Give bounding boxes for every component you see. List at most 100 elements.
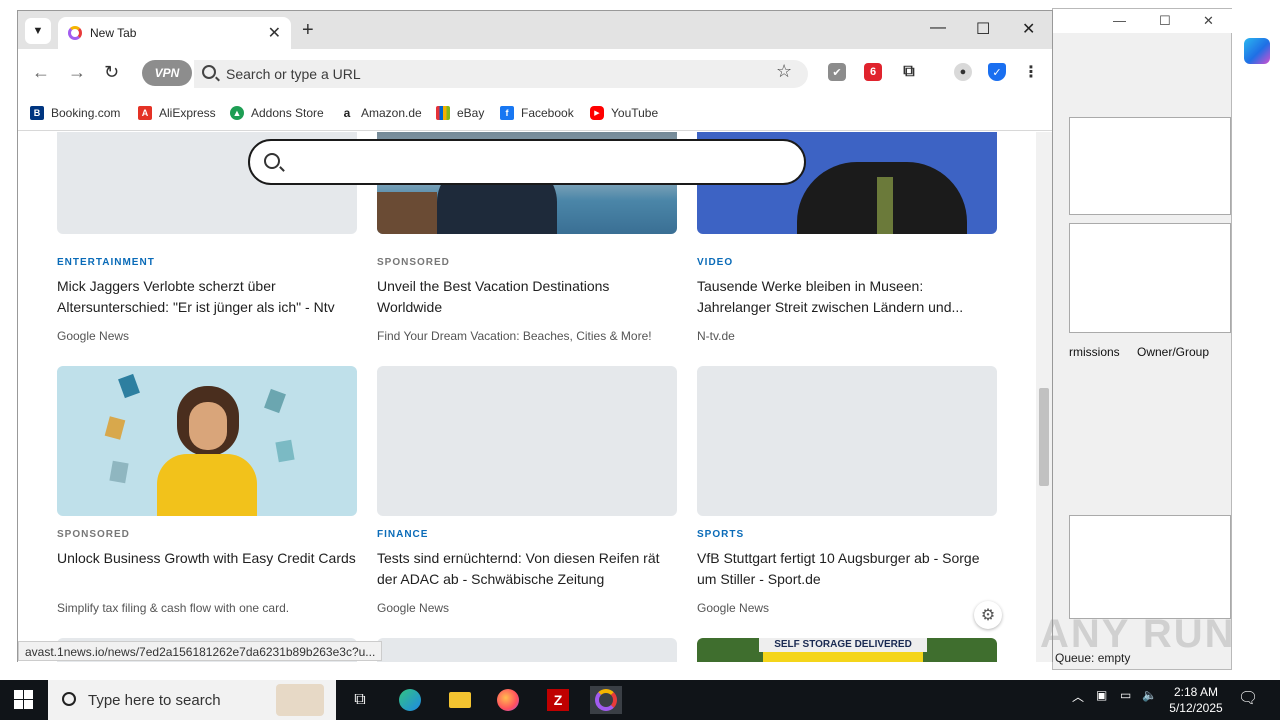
search-highlight-icon xyxy=(276,684,324,716)
article-category: SPORTS xyxy=(697,529,745,540)
notifications-icon[interactable]: 🗨 xyxy=(1238,688,1258,708)
security-shield-icon[interactable]: ✓ xyxy=(988,63,1006,81)
facebook-icon: f xyxy=(500,106,514,120)
tab-list-button[interactable]: ▼ xyxy=(25,18,51,44)
bookmark-booking[interactable]: B Booking.com xyxy=(30,106,120,120)
owner-group-column-header[interactable]: Owner/Group xyxy=(1137,345,1209,359)
page-scrollbar[interactable] xyxy=(1036,132,1052,662)
profile-avatar-icon[interactable]: ● xyxy=(954,63,972,81)
bookmark-label: Booking.com xyxy=(51,106,121,120)
bookmark-aliexpress[interactable]: A AliExpress xyxy=(138,106,216,120)
device-icon[interactable]: ▣ xyxy=(1096,688,1107,702)
edge-browser-icon[interactable] xyxy=(394,686,426,714)
back-button[interactable]: ← xyxy=(32,62,50,83)
network-icon[interactable]: ▭ xyxy=(1120,688,1131,702)
article-headline[interactable]: Tests sind ernüchternd: Von diesen Reife… xyxy=(377,548,677,590)
firefox-icon[interactable] xyxy=(492,686,524,714)
file-explorer-icon[interactable] xyxy=(444,686,476,714)
search-icon xyxy=(62,692,76,706)
background-app-window: — ☐ ✕ rmissions Owner/Group Queue: empty xyxy=(1052,8,1233,670)
aliexpress-icon: A xyxy=(138,106,152,120)
taskbar-search-placeholder: Type here to search xyxy=(88,692,221,709)
bookmark-label: eBay xyxy=(457,106,485,120)
link-status-url: avast.1news.io/news/7ed2a156181262e7da62… xyxy=(18,641,383,661)
close-icon[interactable]: ✕ xyxy=(1203,13,1214,29)
ad-banner-text: SELF STORAGE DELIVERED xyxy=(759,638,927,652)
article-image[interactable] xyxy=(377,638,677,662)
article-source: Simplify tax filing & cash flow with one… xyxy=(57,601,290,615)
scrollbar-thumb[interactable] xyxy=(1039,388,1049,486)
bookmark-amazon[interactable]: a Amazon.de xyxy=(340,106,422,120)
article-image[interactable] xyxy=(697,366,997,516)
maximize-button[interactable]: ☐ xyxy=(976,19,990,39)
clock-date: 5/12/2025 xyxy=(1169,701,1223,715)
article-image[interactable]: SELF STORAGE DELIVERED xyxy=(697,638,997,662)
browser-window: ▼ New Tab ✕ + — ☐ ✕ ← → ↻ VPN Search or … xyxy=(17,10,1053,662)
browser-logo-icon xyxy=(68,26,82,40)
bookmark-label: YouTube xyxy=(611,106,659,120)
bookmark-addons-store[interactable]: ▲ Addons Store xyxy=(230,106,324,120)
bookmark-label: Amazon.de xyxy=(361,106,422,120)
bookmark-ebay[interactable]: eBay xyxy=(436,106,484,120)
bookmark-label: Addons Store xyxy=(251,106,324,120)
article-headline[interactable]: Tausende Werke bleiben in Museen: Jahrel… xyxy=(697,276,997,318)
article-headline[interactable]: Mick Jaggers Verlobte scherzt über Alter… xyxy=(57,276,357,318)
search-icon xyxy=(264,153,280,169)
permissions-column-header[interactable]: rmissions xyxy=(1069,345,1120,359)
article-source: Google News xyxy=(377,601,450,615)
article-category: VIDEO xyxy=(697,257,734,268)
volume-icon[interactable]: 🔈 xyxy=(1142,688,1157,702)
youtube-icon: ▶ xyxy=(590,106,604,120)
bookmark-facebook[interactable]: f Facebook xyxy=(500,106,574,120)
close-tab-icon[interactable]: ✕ xyxy=(268,23,281,43)
minimize-icon[interactable]: — xyxy=(1113,13,1126,28)
article-headline[interactable]: Unveil the Best Vacation Destinations Wo… xyxy=(377,276,677,318)
tab-new-tab[interactable]: New Tab ✕ xyxy=(58,17,291,49)
article-category: ENTERTAINMENT xyxy=(57,257,155,268)
tab-title: New Tab xyxy=(90,26,137,40)
taskbar-search-input[interactable]: Type here to search xyxy=(48,680,336,720)
extensions-puzzle-icon[interactable]: ⧉ xyxy=(900,63,918,81)
task-view-icon[interactable]: ⧉ xyxy=(344,686,376,714)
article-headline[interactable]: VfB Stuttgart fertigt 10 Augsburger ab -… xyxy=(697,548,997,590)
show-hidden-icons-chevron[interactable]: ︿ xyxy=(1072,688,1084,705)
vpn-button[interactable]: VPN xyxy=(142,60,192,86)
article-category: FINANCE xyxy=(377,529,429,540)
reload-button[interactable]: ↻ xyxy=(104,62,119,83)
filezilla-icon[interactable]: Z xyxy=(542,686,574,714)
minimize-button[interactable]: — xyxy=(930,19,946,37)
addons-store-icon: ▲ xyxy=(230,106,244,120)
watermark-logo: ANY RUN xyxy=(1040,612,1236,656)
secure-browser-taskbar-icon[interactable] xyxy=(590,686,622,714)
copilot-icon[interactable] xyxy=(1244,38,1270,64)
forward-button[interactable]: → xyxy=(68,62,86,83)
background-panel xyxy=(1069,223,1231,333)
adblock-extension-icon[interactable]: 6 xyxy=(864,63,882,81)
article-image[interactable] xyxy=(57,366,357,516)
bookmark-star-icon[interactable]: ☆ xyxy=(776,61,792,82)
settings-gear-icon[interactable]: ⚙ xyxy=(974,601,1002,629)
booking-icon: B xyxy=(30,106,44,120)
address-bar[interactable]: Search or type a URL xyxy=(194,60,808,88)
tab-strip: ▼ New Tab ✕ + — ☐ ✕ xyxy=(18,11,1052,49)
search-icon xyxy=(202,65,216,79)
article-headline[interactable]: Unlock Business Growth with Easy Credit … xyxy=(57,548,357,569)
menu-kebab-icon[interactable]: ⋮ xyxy=(1022,63,1040,81)
privacy-extension-icon[interactable]: ✔ xyxy=(828,63,846,81)
article-source: N-tv.de xyxy=(697,329,735,343)
bookmark-label: AliExpress xyxy=(159,106,216,120)
background-app-titlebar: — ☐ ✕ xyxy=(1053,9,1233,33)
new-tab-content: ENTERTAINMENT Mick Jaggers Verlobte sche… xyxy=(18,132,1052,662)
bookmark-youtube[interactable]: ▶ YouTube xyxy=(590,106,658,120)
taskbar-clock[interactable]: 2:18 AM 5/12/2025 xyxy=(1166,684,1226,716)
page-search-input[interactable] xyxy=(248,139,806,185)
background-panel xyxy=(1069,117,1231,215)
bookmarks-bar: B Booking.com A AliExpress ▲ Addons Stor… xyxy=(18,97,1052,131)
amazon-icon: a xyxy=(340,106,354,120)
start-windows-icon[interactable] xyxy=(14,690,34,710)
new-tab-button[interactable]: + xyxy=(302,19,314,42)
maximize-icon[interactable]: ☐ xyxy=(1159,13,1171,29)
article-image[interactable] xyxy=(377,366,677,516)
close-window-button[interactable]: ✕ xyxy=(1022,19,1035,39)
article-source: Google News xyxy=(697,601,770,615)
